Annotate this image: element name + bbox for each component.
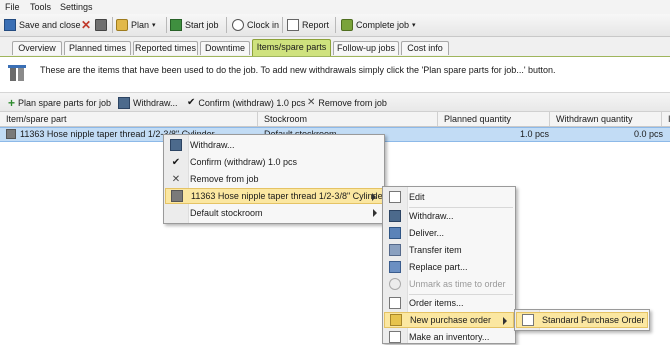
purchase-order-submenu: Standard Purchase Order xyxy=(514,309,650,331)
withdraw-icon xyxy=(170,139,182,151)
transfer-icon xyxy=(389,244,401,256)
menu-item-replace-part[interactable]: Replace part... xyxy=(384,259,514,275)
report-button[interactable]: Report xyxy=(287,17,329,33)
spare-parts-icon xyxy=(8,63,30,83)
column-item[interactable]: Item/spare part xyxy=(0,112,258,126)
toolbar-separator xyxy=(112,17,113,33)
withdraw-icon xyxy=(389,210,401,222)
edit-icon xyxy=(389,191,401,203)
deliver-icon xyxy=(389,227,401,239)
purchase-order-icon xyxy=(390,314,402,326)
menu-tools[interactable]: Tools xyxy=(30,2,51,12)
tab-downtime[interactable]: Downtime xyxy=(200,41,250,55)
submenu-arrow-icon xyxy=(503,317,507,325)
plus-icon: + xyxy=(8,95,16,110)
check-icon: ✔ xyxy=(171,156,181,168)
tab-items-spare-parts[interactable]: Items/spare parts xyxy=(252,39,331,56)
plan-button[interactable]: Plan ▾ xyxy=(116,17,156,33)
check-icon: ✔ xyxy=(187,97,196,108)
print-button[interactable] xyxy=(95,17,107,33)
menu-item-withdraw[interactable]: Withdraw... xyxy=(165,137,383,153)
menu-item-remove-from-job[interactable]: ✕ Remove from job xyxy=(165,171,383,187)
report-icon xyxy=(287,19,299,31)
document-icon xyxy=(522,314,534,326)
remove-from-job-button[interactable]: ✕ Remove from job xyxy=(307,96,387,109)
menu-item-standard-purchase-order[interactable]: Standard Purchase Order xyxy=(516,312,648,328)
item-icon xyxy=(6,129,16,139)
context-menu: Withdraw... ✔ Confirm (withdraw) 1.0 pcs… xyxy=(163,134,386,224)
dropdown-arrow-icon: ▾ xyxy=(412,22,416,29)
toolbar-separator xyxy=(166,17,167,33)
plan-spare-parts-button[interactable]: + Plan spare parts for job xyxy=(8,96,111,109)
row-withdrawn-quantity: 0.0 pcs xyxy=(634,129,664,139)
printer-icon xyxy=(95,19,107,31)
remove-icon: ✕ xyxy=(171,173,181,185)
save-close-button[interactable]: Save and close xyxy=(4,17,81,33)
menu-item-default-stockroom[interactable]: Default stockroom xyxy=(165,205,383,221)
menu-item-item-submenu[interactable]: 11363 Hose nipple taper thread 1/2-3/8" … xyxy=(165,188,386,204)
plan-icon xyxy=(116,19,128,31)
tab-planned-times[interactable]: Planned times xyxy=(64,41,131,55)
submenu-arrow-icon xyxy=(373,209,377,217)
save-icon xyxy=(4,19,16,31)
toolbar-separator xyxy=(226,17,227,33)
tab-follow-up-jobs[interactable]: Follow-up jobs xyxy=(333,41,399,55)
menu-item-withdraw[interactable]: Withdraw... xyxy=(384,208,514,224)
menu-item-transfer-item[interactable]: Transfer item xyxy=(384,242,514,258)
menu-bar: File Tools Settings xyxy=(0,0,670,14)
menu-item-new-purchase-order[interactable]: New purchase order xyxy=(384,312,514,328)
delete-icon: ✕ xyxy=(80,18,92,32)
complete-job-button[interactable]: Complete job ▾ xyxy=(341,17,416,33)
toolbar-separator xyxy=(282,17,283,33)
remove-icon: ✕ xyxy=(307,97,316,108)
inventory-icon xyxy=(389,331,401,343)
menu-item-edit[interactable]: Edit xyxy=(384,189,514,205)
toolbar: Save and close ✕ Plan ▾ Start job Clock … xyxy=(0,14,670,37)
complete-job-icon xyxy=(341,19,353,31)
delete-button[interactable]: ✕ xyxy=(80,17,92,33)
start-job-icon xyxy=(170,19,182,31)
menu-item-deliver[interactable]: Deliver... xyxy=(384,225,514,241)
menu-settings[interactable]: Settings xyxy=(60,2,93,12)
order-icon xyxy=(389,297,401,309)
tab-strip: Overview Planned times Reported times Do… xyxy=(0,37,670,57)
column-extra[interactable]: I xyxy=(662,112,670,126)
withdraw-icon xyxy=(118,96,130,109)
menu-item-unmark-time-to-order: Unmark as time to order xyxy=(384,276,514,292)
clock-in-button[interactable]: Clock in xyxy=(232,17,279,33)
column-planned-quantity[interactable]: Planned quantity xyxy=(438,112,550,126)
toolbar-separator xyxy=(335,17,336,33)
row-planned-quantity: 1.0 pcs xyxy=(520,129,550,139)
start-job-button[interactable]: Start job xyxy=(170,17,219,33)
info-text: These are the items that have been used … xyxy=(40,65,556,75)
grid-header: Item/spare part Stockroom Planned quanti… xyxy=(0,112,670,127)
withdraw-button[interactable]: Withdraw... xyxy=(118,96,178,109)
replace-icon xyxy=(389,261,401,273)
clock-icon xyxy=(232,19,244,31)
tab-overview[interactable]: Overview xyxy=(12,41,62,55)
dropdown-arrow-icon: ▾ xyxy=(152,22,156,29)
item-submenu: Edit Withdraw... Deliver... Transfer ite… xyxy=(382,186,516,344)
menu-item-confirm-withdraw[interactable]: ✔ Confirm (withdraw) 1.0 pcs xyxy=(165,154,383,170)
item-icon xyxy=(171,190,183,202)
menu-item-order-items[interactable]: Order items... xyxy=(384,295,514,311)
menu-file[interactable]: File xyxy=(5,2,20,12)
action-bar: + Plan spare parts for job Withdraw... ✔… xyxy=(0,92,670,112)
clock-icon xyxy=(389,278,401,290)
menu-item-make-inventory[interactable]: Make an inventory... xyxy=(384,329,514,345)
submenu-arrow-icon xyxy=(372,193,376,201)
column-stockroom[interactable]: Stockroom xyxy=(258,112,438,126)
info-panel: These are the items that have been used … xyxy=(0,57,670,89)
tab-reported-times[interactable]: Reported times xyxy=(133,41,198,55)
confirm-withdraw-button[interactable]: ✔ Confirm (withdraw) 1.0 pcs xyxy=(187,96,305,109)
tab-cost-info[interactable]: Cost info xyxy=(401,41,449,55)
column-withdrawn-quantity[interactable]: Withdrawn quantity xyxy=(550,112,662,126)
